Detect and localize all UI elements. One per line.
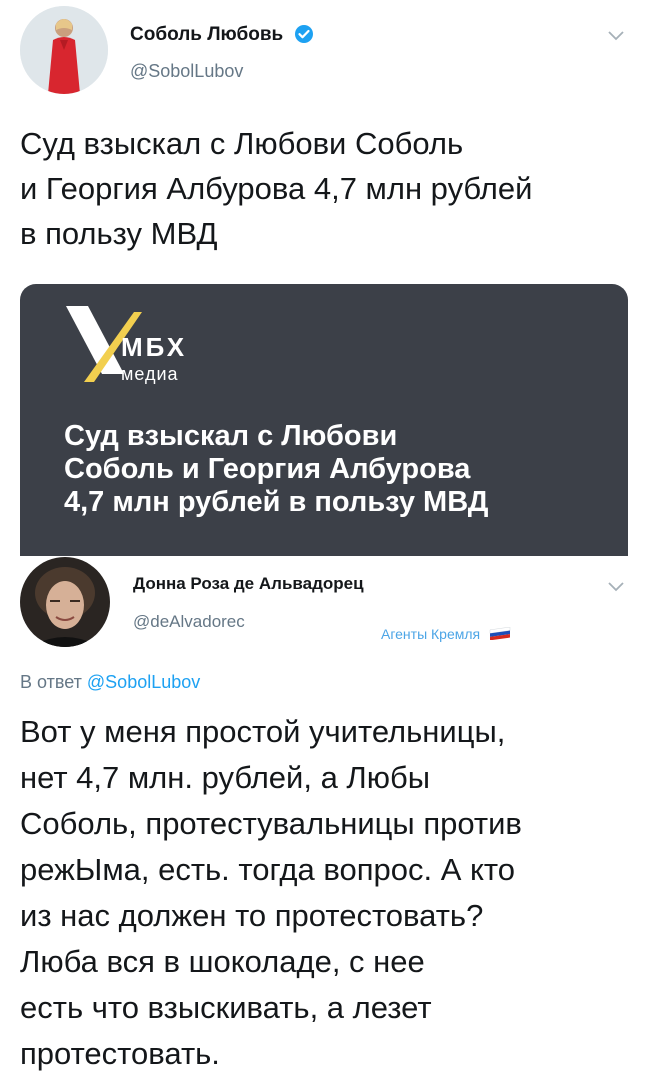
logo-main-text: МБХ [121, 332, 188, 362]
link-card[interactable]: МБХ медиа Суд взыскал с Любови Соболь и … [20, 284, 628, 556]
author-handle[interactable]: @SobolLubov [130, 61, 243, 82]
reply-author-handle[interactable]: @deAlvadorec [133, 612, 245, 632]
logo-sub-text: медиа [121, 364, 179, 384]
card-headline-line: Соболь и Георгия Албурова [64, 453, 471, 485]
reply-text: Вот у меня простой учительницы, нет 4,7 … [20, 709, 640, 1077]
reply-text-line: режЫма, есть. тогда вопрос. А кто [20, 852, 516, 887]
tweet-text-line: и Георгия Албурова 4,7 млн рублей [20, 171, 533, 206]
chevron-down-icon[interactable] [608, 575, 624, 598]
card-headline-line: Суд взыскал с Любови [64, 420, 398, 452]
author-name-row: Соболь Любовь [130, 24, 314, 46]
reply-text-line: Вот у меня простой учительницы, [20, 714, 506, 749]
reply-text-line: есть что взыскивать, а лезет [20, 990, 432, 1025]
kremlin-agents-tag: Агенты Кремля [381, 626, 481, 642]
reply-author-avatar[interactable] [20, 557, 110, 647]
reply-tag-row: Агенты Кремля [381, 626, 511, 644]
reply-to-link[interactable]: @SobolLubov [87, 672, 200, 692]
reply-text-line: Соболь, протестувальницы против [20, 806, 522, 841]
tweet-text-line: Суд взыскал с Любови Соболь [20, 126, 464, 161]
reply-author-name[interactable]: Донна Роза де Альвадорец [133, 574, 364, 594]
chevron-down-icon[interactable] [608, 24, 624, 47]
reply-prefix: В ответ [20, 672, 82, 692]
verified-badge-icon [294, 25, 313, 44]
reply-text-line: протестовать. [20, 1036, 220, 1071]
tweet-text: Суд взыскал с Любови Соболь и Георгия Ал… [20, 121, 635, 256]
reply-text-line: нет 4,7 млн. рублей, а Любы [20, 760, 431, 795]
reply-to-line: В ответ @SobolLubov [20, 672, 200, 693]
author-avatar[interactable] [20, 6, 108, 94]
card-headline-line: 4,7 млн рублей в пользу МВД [64, 486, 489, 518]
avatar-photo [20, 557, 110, 647]
tweet-text-line: в пользу МВД [20, 216, 218, 251]
reply-text-line: Люба вся в шоколаде, с нее [20, 944, 425, 979]
reply-text-line: из нас должен то протестовать? [20, 898, 484, 933]
author-name[interactable]: Соболь Любовь [130, 24, 283, 45]
avatar-photo [20, 6, 108, 94]
russia-flag-icon [489, 626, 510, 641]
card-headline: Суд взыскал с Любови Соболь и Георгия Ал… [64, 420, 604, 519]
